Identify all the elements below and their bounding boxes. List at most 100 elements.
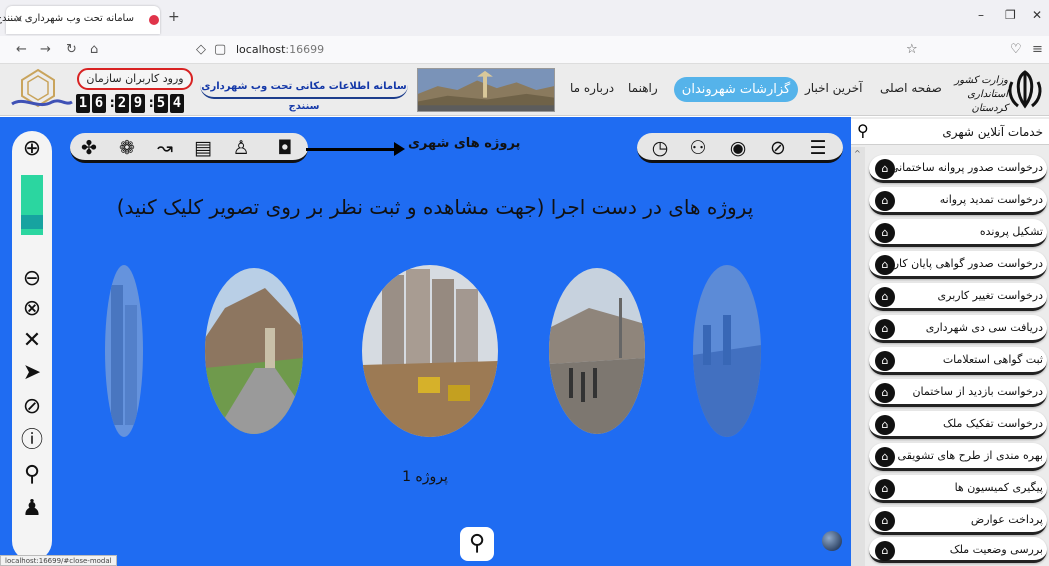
iran-emblem-icon	[1008, 70, 1042, 109]
eye-off-icon[interactable]: ⊘	[763, 135, 793, 161]
clock-digit: 1	[76, 94, 90, 113]
zoom-extent-icon[interactable]: ⊗	[18, 295, 46, 323]
service-item[interactable]: ⌂ درخواست صدور گواهی پایان کار	[869, 251, 1047, 279]
nav-home[interactable]: صفحه اصلی	[880, 81, 942, 95]
url-port: :16699	[285, 43, 325, 56]
site-favicon-icon	[149, 15, 159, 25]
sidebar-header: ⚲ خدمات آنلاین شهری	[851, 119, 1049, 145]
service-item[interactable]: ⌂ دریافت سی دی شهرداری	[869, 315, 1047, 343]
service-item[interactable]: ⌂ درخواست تفکیک ملک	[869, 411, 1047, 439]
service-item[interactable]: ⌂ تشکیل پرونده	[869, 219, 1047, 247]
main-content-area: ⊕ ⊖ ⊗ ✕ ➤ ⊘ ⓘ ⚲ ♟ ✤ ❁ ↝ ▤ ♙ ◘ پروژه های …	[0, 117, 851, 566]
binoculars-icon[interactable]: ❁	[112, 135, 142, 161]
arrow-line	[306, 148, 398, 151]
page-icon: ▢	[214, 42, 227, 57]
staff-login-button[interactable]: ورود کاربران سازمان	[77, 68, 193, 90]
close-window-button[interactable]: ✕	[1032, 8, 1042, 22]
view-tools-group: ◷ ⚇ ◉ ⊘ ☰	[637, 133, 843, 163]
clock-digit: 6	[92, 94, 106, 113]
service-icon: ⌂	[875, 511, 895, 531]
browser-tab[interactable]: سامانه تحت وب شهرداری سنندج ×	[0, 6, 160, 34]
user-location-icon[interactable]: ♟	[18, 495, 46, 523]
browser-tab-bar: سامانه تحت وب شهرداری سنندج × + – ❐ ✕	[0, 0, 1049, 36]
bookmark-star-icon[interactable]: ☆	[906, 42, 918, 57]
nav-news[interactable]: آخرین اخبار	[805, 81, 863, 95]
service-label: بهره مندی از طرح های تشویقی	[897, 449, 1043, 462]
service-item[interactable]: ⌂ ثبت گواهی استعلامات	[869, 347, 1047, 375]
shield-icon[interactable]: ◇	[196, 42, 206, 57]
minimize-button[interactable]: –	[978, 8, 984, 22]
project-image-construction[interactable]	[362, 265, 498, 437]
digital-clock: 1 6 : 2 9 : 5 4	[76, 94, 184, 113]
zoom-slider-handle[interactable]	[21, 215, 43, 229]
history-clock-icon[interactable]: ◷	[645, 135, 675, 161]
projects-headline: پروژه های در دست اجرا (جهت مشاهده و ثبت …	[116, 195, 754, 219]
service-label: درخواست بازدید از ساختمان	[912, 385, 1043, 398]
service-item[interactable]: ⌂ بهره مندی از طرح های تشویقی	[869, 443, 1047, 471]
service-label: درخواست تمدید پروانه	[939, 193, 1043, 206]
tab-close-icon[interactable]: ×	[14, 12, 23, 25]
home-icon[interactable]: ⌂	[90, 42, 98, 57]
service-label: دریافت سی دی شهرداری	[925, 321, 1043, 334]
service-icon: ⌂	[875, 351, 895, 371]
clock-digit: 9	[131, 94, 145, 113]
service-item[interactable]: ⌂ بررسی وضعیت ملک	[869, 537, 1047, 563]
new-tab-button[interactable]: +	[168, 9, 180, 25]
clock-digit: 4	[170, 94, 184, 113]
network-tree-icon[interactable]: ⚇	[683, 135, 713, 161]
zoom-in-icon[interactable]: ⊕	[18, 135, 46, 163]
nav-citizen-reports[interactable]: گزارشات شهروندان	[674, 77, 798, 102]
database-icon[interactable]: ☰	[803, 135, 833, 161]
forward-arrow-icon[interactable]: →	[40, 42, 51, 57]
ministry-text: وزارت کشور استانداری کردستان	[954, 75, 1008, 114]
user-icon[interactable]: ♙	[226, 135, 256, 161]
project-image-far-right[interactable]	[693, 265, 761, 437]
info-icon[interactable]: ⓘ	[18, 427, 46, 455]
sanandaj-logo-icon	[11, 68, 73, 108]
measure-ruler-icon[interactable]: ✕	[18, 327, 46, 355]
nav-about[interactable]: درباره ما	[570, 81, 614, 95]
menu-icon[interactable]: ≡	[1032, 42, 1043, 57]
maximize-button[interactable]: ❐	[1005, 8, 1016, 22]
reload-icon[interactable]: ↻	[66, 42, 77, 57]
project-image-road[interactable]	[205, 268, 303, 434]
service-item[interactable]: ⌂ درخواست صدور پروانه ساختمانی	[869, 155, 1047, 183]
pan-arrow-icon[interactable]: ➤	[18, 359, 46, 387]
location-pin-icon[interactable]: ⚲	[857, 121, 869, 140]
project-caption: پروژه 1	[402, 469, 448, 485]
pocket-icon[interactable]: ♡	[1010, 42, 1022, 57]
map-left-toolbar: ⊕ ⊖ ⊗ ✕ ➤ ⊘ ⓘ ⚲ ♟	[12, 131, 52, 561]
globe-icon[interactable]	[822, 531, 842, 551]
eye-icon[interactable]: ◉	[723, 135, 753, 161]
service-item[interactable]: ⌂ درخواست بازدید از ساختمان	[869, 379, 1047, 407]
route-icon[interactable]: ↝	[150, 135, 180, 161]
layers-icon[interactable]: ✤	[74, 135, 104, 161]
service-item[interactable]: ⌂ درخواست تمدید پروانه	[869, 187, 1047, 215]
scroll-up-icon[interactable]: ^	[854, 149, 861, 158]
service-label: بررسی وضعیت ملک	[949, 543, 1043, 556]
sidebar-scrollbar[interactable]: ^	[851, 147, 865, 566]
project-image-far-left[interactable]	[105, 265, 143, 437]
url-bar[interactable]: localhost:16699	[236, 43, 324, 56]
project-image-site[interactable]	[549, 268, 645, 434]
document-icon[interactable]: ▤	[188, 135, 218, 161]
back-arrow-icon[interactable]: ←	[16, 42, 27, 57]
camera-icon[interactable]: ◘	[270, 135, 300, 161]
service-item[interactable]: ⌂ درخواست تغییر کاربری	[869, 283, 1047, 311]
map-pin-button[interactable]: ⚲	[460, 527, 494, 561]
clock-digit: 2	[115, 94, 129, 113]
service-item[interactable]: ⌂ پرداخت عوارض	[869, 507, 1047, 535]
service-label: درخواست صدور گواهی پایان کار	[893, 257, 1043, 270]
browser-nav-bar: ← → ↻ ⌂ ◇ ▢ localhost:16699 ☆ ♡ ≡	[0, 36, 1049, 64]
clear-icon[interactable]: ⊘	[18, 393, 46, 421]
nav-guide[interactable]: راهنما	[628, 81, 658, 95]
zoom-out-icon[interactable]: ⊖	[18, 265, 46, 293]
city-landscape-image	[417, 68, 555, 112]
zoom-slider[interactable]	[21, 175, 43, 235]
service-icon: ⌂	[875, 447, 895, 467]
service-label: ثبت گواهی استعلامات	[942, 353, 1043, 366]
location-pin-icon[interactable]: ⚲	[18, 461, 46, 489]
system-title: سامانه اطلاعات مکانی تحت وب شهرداری سنند…	[200, 77, 408, 112]
service-item[interactable]: ⌂ پیگیری کمیسیون ها	[869, 475, 1047, 503]
clock-digit: 5	[154, 94, 168, 113]
